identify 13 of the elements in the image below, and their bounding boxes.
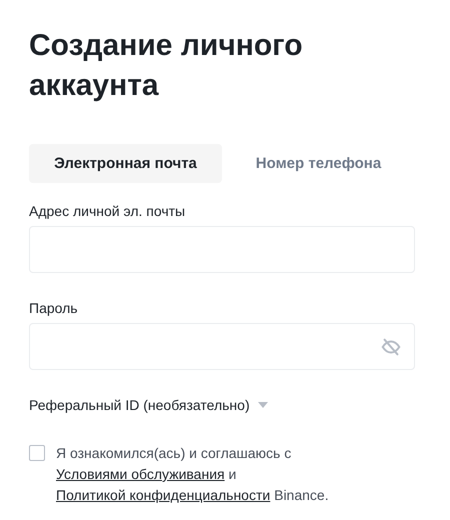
field-label: Адрес личной эл. почты [29, 203, 186, 219]
checkbox[interactable] [29, 445, 45, 461]
page-title: Создание личного аккаунта [29, 28, 304, 104]
eye-slash-icon[interactable] [380, 336, 402, 358]
field-label: Пароль [29, 300, 79, 316]
referral-toggle[interactable]: Реферальный ID (необязательно) [29, 397, 250, 413]
agreement-text: Я ознакомился(ась) и соглашаюсь с Условиями обслуживания и Политикой конфиденциальности Binance. [56, 444, 330, 505]
terms-link[interactable]: Условиями обслуживания [56, 466, 225, 482]
tab[interactable]: Номер телефона [222, 144, 415, 183]
terms-link[interactable]: Политикой конфиденциальности [56, 487, 270, 503]
input-field[interactable] [29, 323, 415, 370]
tab[interactable]: Электронная почта [29, 144, 222, 183]
caret-icon[interactable] [258, 402, 268, 408]
